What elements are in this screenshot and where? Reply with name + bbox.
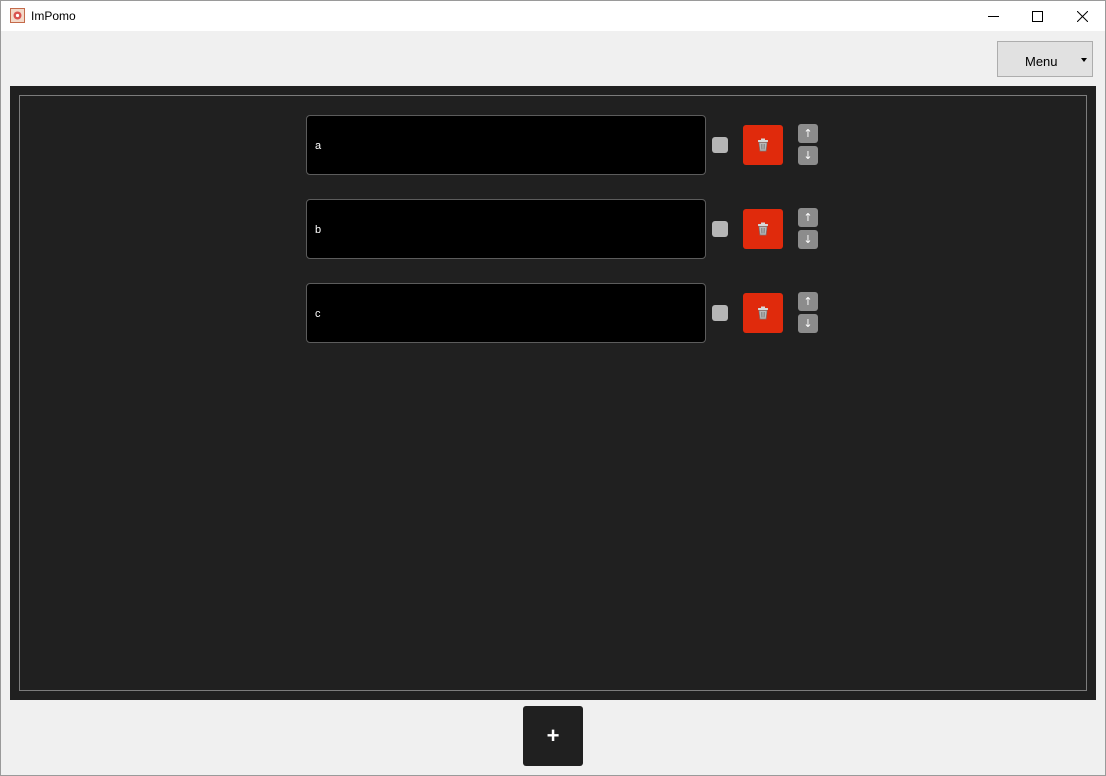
window-title: ImPomo: [31, 9, 76, 23]
trash-icon: [758, 306, 768, 320]
move-down-button[interactable]: ↓: [798, 314, 818, 333]
task-list-frame: a ↑ ↓ b ↑ ↓ c ↑ ↓: [19, 95, 1087, 691]
move-up-button[interactable]: ↑: [798, 124, 818, 143]
delete-task-button[interactable]: [743, 125, 783, 165]
title-bar: ImPomo: [1, 1, 1105, 31]
task-checkbox[interactable]: [712, 305, 728, 321]
trash-icon: [758, 222, 768, 236]
app-logo-icon: [10, 8, 25, 23]
task-row: a ↑ ↓: [306, 115, 826, 175]
maximize-icon: [1031, 10, 1043, 22]
menu-label: Menu: [1025, 54, 1058, 69]
task-row: b ↑ ↓: [306, 199, 826, 259]
menu-button[interactable]: Menu: [997, 41, 1093, 77]
task-text: b: [315, 224, 322, 236]
minimize-button[interactable]: [970, 1, 1016, 31]
move-up-button[interactable]: ↑: [798, 208, 818, 227]
task-panel: a ↑ ↓ b ↑ ↓ c ↑ ↓: [10, 86, 1096, 700]
task-row: c ↑ ↓: [306, 283, 826, 343]
move-down-button[interactable]: ↓: [798, 230, 818, 249]
task-text-field[interactable]: b: [306, 199, 706, 259]
app-window: ImPomo Menu a ↑ ↓ b ↑ ↓ c ↑ ↓ +: [0, 0, 1106, 776]
minimize-icon: [987, 15, 999, 17]
trash-icon: [758, 138, 768, 152]
task-text-field[interactable]: a: [306, 115, 706, 175]
task-checkbox[interactable]: [712, 221, 728, 237]
move-up-button[interactable]: ↑: [798, 292, 818, 311]
move-down-button[interactable]: ↓: [798, 146, 818, 165]
close-button[interactable]: [1059, 1, 1105, 31]
maximize-button[interactable]: [1014, 1, 1060, 31]
task-text: a: [315, 140, 322, 152]
close-icon: [1076, 10, 1088, 22]
task-checkbox[interactable]: [712, 137, 728, 153]
add-task-button[interactable]: +: [523, 706, 583, 766]
task-text-field[interactable]: c: [306, 283, 706, 343]
delete-task-button[interactable]: [743, 209, 783, 249]
caret-down-icon: [1081, 58, 1087, 62]
delete-task-button[interactable]: [743, 293, 783, 333]
task-text: c: [315, 308, 321, 320]
